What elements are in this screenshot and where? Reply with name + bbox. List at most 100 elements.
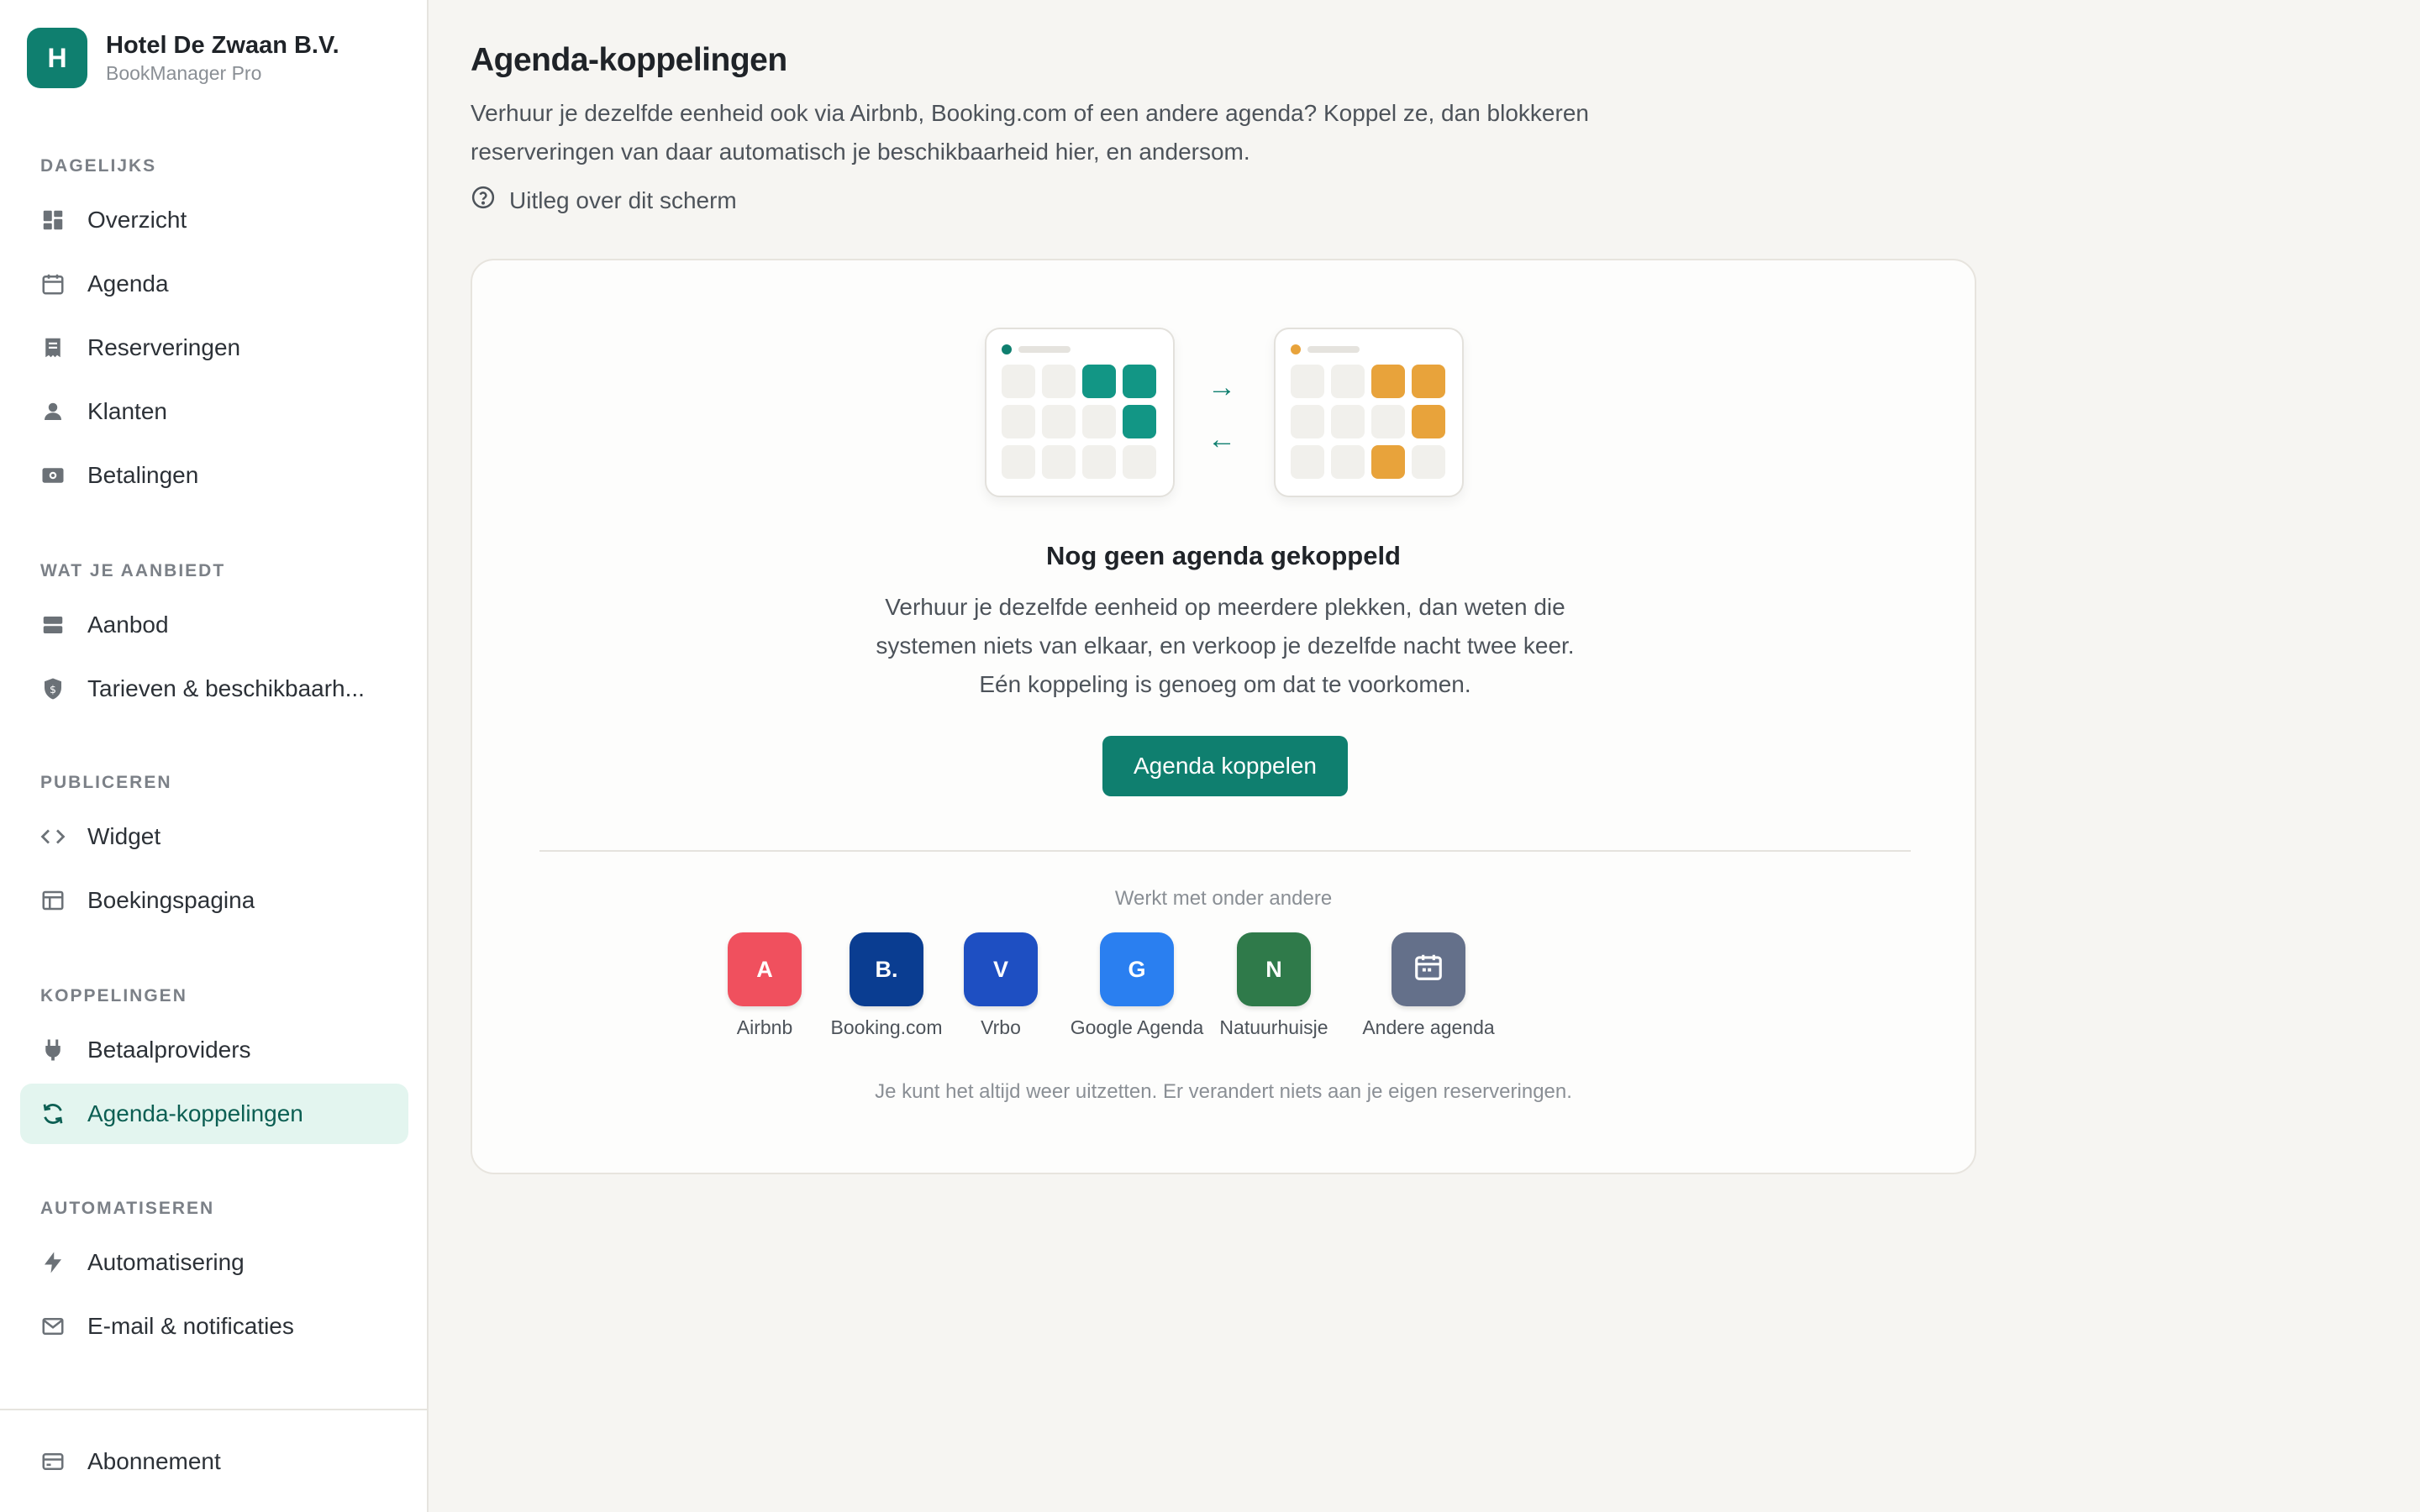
empty-state-line: Eén koppeling is genoeg om dat te voorko…	[979, 671, 1471, 697]
sidebar-item-abonnement[interactable]: Abonnement	[20, 1431, 408, 1492]
dashboard-icon	[40, 207, 66, 233]
sidebar-item-label: Reserveringen	[87, 334, 241, 360]
sidebar-item-reserveringen[interactable]: Reserveringen	[20, 318, 408, 378]
provider-natuurhuisje[interactable]: N Natuurhuisje	[1198, 932, 1349, 1039]
provider-google-agenda[interactable]: G Google Agenda	[1061, 932, 1213, 1039]
sync-arrows: → ←	[1180, 361, 1264, 465]
layout-icon	[40, 888, 66, 913]
sidebar-item-label: Overzicht	[87, 207, 187, 233]
calendar-cell	[1331, 365, 1365, 398]
empty-state-description: Verhuur je dezelfde eenheid op meerdere …	[805, 588, 1645, 704]
provider-logo: B.	[850, 932, 923, 1006]
empty-state-line: systemen niets van elkaar, en verkoop je…	[876, 633, 1575, 659]
sidebar-item-label: E-mail & notificaties	[87, 1313, 294, 1339]
calendar-illustration-left	[985, 328, 1175, 497]
sidebar-item-widget[interactable]: Widget	[20, 806, 408, 867]
calendar-cell	[1002, 445, 1035, 479]
sidebar-item-agenda[interactable]: Agenda	[20, 254, 408, 314]
connect-calendar-button[interactable]: Agenda koppelen	[1102, 736, 1348, 796]
sidebar-item-aanbod[interactable]: Aanbod	[20, 595, 408, 655]
sidebar-item-label: Betalingen	[87, 462, 199, 488]
sidebar-item-overzicht[interactable]: Overzicht	[20, 190, 408, 250]
calendar-header-line	[1018, 346, 1071, 353]
calendar-cell	[1291, 405, 1324, 438]
sidebar-item-label: Automatisering	[87, 1249, 245, 1275]
mail-icon	[40, 1314, 66, 1339]
works-with-label: Werkt met onder andere	[1114, 887, 1333, 910]
receipt-icon	[40, 335, 66, 360]
shield-icon: $	[40, 676, 66, 701]
help-link-label: Uitleg over dit scherm	[509, 186, 737, 213]
sidebar-item-label: Betaalproviders	[87, 1037, 251, 1063]
page-title: Agenda-koppelingen	[471, 42, 787, 78]
svg-text:$: $	[50, 683, 56, 696]
calendar-cell	[1082, 405, 1116, 438]
app: H Hotel De Zwaan B.V. BookManager Pro DA…	[0, 0, 2420, 1512]
calendar-cell	[1042, 445, 1076, 479]
calendar-cell	[1082, 365, 1116, 398]
calendar-header-line	[1307, 346, 1360, 353]
sidebar-item-klanten[interactable]: Klanten	[20, 381, 408, 442]
calendar-cell	[1331, 405, 1365, 438]
calendar-cell	[1371, 365, 1405, 398]
provider-vrbo[interactable]: V Vrbo	[925, 932, 1076, 1039]
layers-icon	[40, 612, 66, 638]
provider-label: Natuurhuisje	[1219, 1016, 1328, 1038]
calendar-cell	[1371, 445, 1405, 479]
sidebar-item-betalingen[interactable]: Betalingen	[20, 445, 408, 506]
nav-section-title: KOPPELINGEN	[40, 986, 187, 1005]
calendar-cell	[1123, 445, 1156, 479]
nav-section-title: WAT JE AANBIEDT	[40, 561, 226, 580]
calendar-dot	[1002, 344, 1012, 354]
calendar-cell	[1123, 405, 1156, 438]
money-icon	[40, 463, 66, 488]
provider-logo	[1392, 932, 1465, 1006]
empty-state-card: → ← Nog geen agenda gekoppeld Verhuur je…	[471, 259, 1976, 1174]
nav-section-title: AUTOMATISEREN	[40, 1199, 215, 1218]
calendar-cell	[1082, 445, 1116, 479]
calendar-cell	[1371, 405, 1405, 438]
sidebar-item-label: Klanten	[87, 398, 167, 424]
calendar-icon	[40, 271, 66, 297]
person-icon	[40, 399, 66, 424]
calendar-dot	[1291, 344, 1301, 354]
sidebar-item-betaalproviders[interactable]: Betaalproviders	[20, 1020, 408, 1080]
calendar-cell	[1002, 405, 1035, 438]
sync-icon	[40, 1101, 66, 1126]
main-content: Agenda-koppelingen Verhuur je dezelfde e…	[471, 0, 2403, 1512]
calendar-cell	[1042, 405, 1076, 438]
sidebar-item-e-mail-notificaties[interactable]: E-mail & notificaties	[20, 1296, 408, 1357]
sidebar-item-label: Widget	[87, 823, 161, 849]
provider-logo: G	[1100, 932, 1174, 1006]
calendar-cell	[1412, 445, 1445, 479]
bolt-icon	[40, 1250, 66, 1275]
provider-logo: N	[1237, 932, 1311, 1006]
arrow-right-icon: →	[1207, 371, 1236, 403]
calendar-cell	[1412, 405, 1445, 438]
sidebar-item-label: Boekingspagina	[87, 887, 255, 913]
footnote: Je kunt het altijd weer uitzetten. Er ve…	[875, 1080, 1572, 1103]
brand[interactable]: H Hotel De Zwaan B.V. BookManager Pro	[27, 25, 339, 91]
calendar-icon	[1413, 951, 1444, 989]
calendar-cell	[1291, 365, 1324, 398]
sidebar-item-boekingspagina[interactable]: Boekingspagina	[20, 870, 408, 931]
provider-logo: V	[964, 932, 1038, 1006]
plug-icon	[40, 1037, 66, 1063]
help-icon	[471, 185, 509, 216]
sidebar-footer-divider	[0, 1409, 427, 1410]
provider-andere-agenda[interactable]: Andere agenda	[1353, 932, 1504, 1039]
card-icon	[40, 1449, 66, 1474]
sidebar-item-agenda-koppelingen[interactable]: Agenda-koppelingen	[20, 1084, 408, 1144]
arrow-left-icon: ←	[1207, 423, 1236, 455]
help-link[interactable]: Uitleg over dit scherm	[471, 185, 737, 216]
sidebar-item-label: Aanbod	[87, 612, 169, 638]
sidebar-item-tarieven-beschikbaarh[interactable]: $ Tarieven & beschikbaarh...	[20, 659, 408, 719]
sidebar-item-label: Tarieven & beschikbaarh...	[87, 675, 365, 701]
nav-section-title: PUBLICEREN	[40, 773, 172, 792]
empty-state-line: Verhuur je dezelfde eenheid op meerdere …	[885, 594, 1565, 620]
provider-label: Andere agenda	[1362, 1016, 1495, 1038]
provider-label: Vrbo	[981, 1016, 1021, 1038]
brand-logo: H	[27, 28, 87, 88]
provider-label: Google Agenda	[1070, 1016, 1204, 1038]
sidebar-item-automatisering[interactable]: Automatisering	[20, 1232, 408, 1293]
